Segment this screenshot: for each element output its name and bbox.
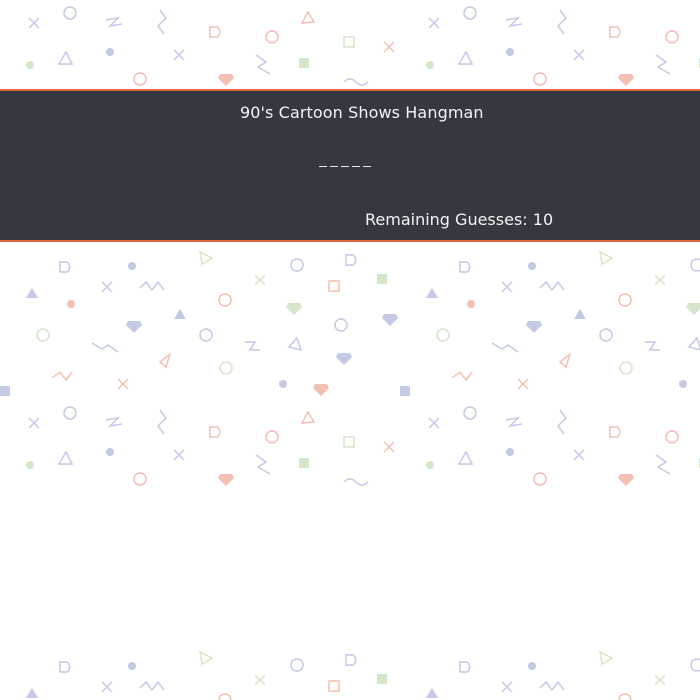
letter-blank-4 [352,156,360,167]
letter-blank-5 [363,156,371,167]
game-banner: 90's Cartoon Shows Hangman Remaining Gue… [0,89,700,242]
hidden-word [319,151,374,167]
remaining-guesses: Remaining Guesses: 10 [365,210,553,229]
remaining-guesses-label: Remaining Guesses: [365,210,528,229]
remaining-guesses-count: 10 [532,210,554,229]
letter-blank-1 [319,156,327,167]
letter-blank-3 [341,156,349,167]
game-title: 90's Cartoon Shows Hangman [240,103,484,122]
letter-blank-2 [330,156,338,167]
